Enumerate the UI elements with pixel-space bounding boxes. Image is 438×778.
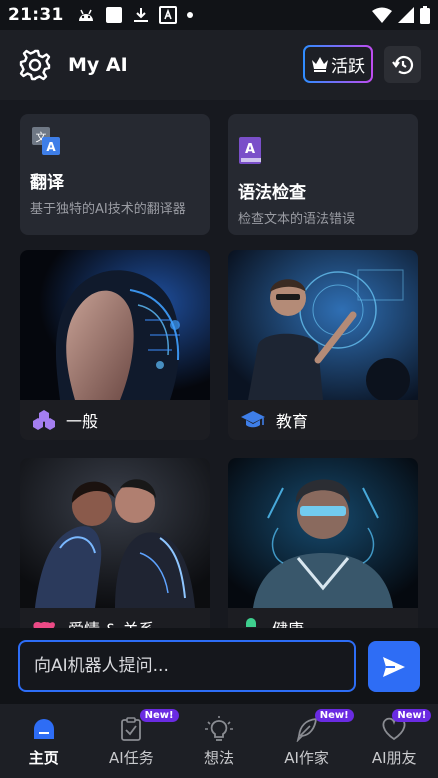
category-general-label: 一般 <box>66 412 99 431</box>
translate-title: 翻译 <box>30 173 64 193</box>
nav-ai-friends-badge: New! <box>392 709 432 722</box>
status-notification-icons <box>76 6 194 24</box>
category-education-label-row: 教育 <box>228 400 418 440</box>
category-card-general[interactable]: 一般 <box>20 250 210 440</box>
crown-icon <box>312 57 328 72</box>
bottom-nav: 主页 New! AI任务 想法 New! AI作家 New! AI朋友 <box>0 704 438 778</box>
app-bar: My AI 活跃 <box>0 30 438 100</box>
svg-text:A: A <box>245 142 255 157</box>
nav-home[interactable]: 主页 <box>0 704 88 778</box>
nav-ai-friends-label: AI朋友 <box>371 749 417 767</box>
category-general-label-row: 一般 <box>20 400 210 440</box>
status-bar: 21:31 <box>0 0 438 30</box>
vip-label: 活跃 <box>331 56 365 77</box>
square-app-icon <box>105 7 122 23</box>
screen: 21:31 My AI 活跃 文 A 翻译 基于独特的AI技术的翻译器 A 语法… <box>0 0 438 778</box>
nav-ai-writer-label: AI作家 <box>284 749 329 767</box>
category-card-health[interactable]: 健康 <box>228 458 418 648</box>
grammar-book-icon: A <box>239 137 261 164</box>
feather-pen-icon <box>296 717 317 742</box>
category-card-love[interactable]: 爱情 & 关系 <box>20 458 210 648</box>
signal-icon <box>398 7 414 23</box>
battery-icon <box>420 6 430 24</box>
ask-input[interactable] <box>18 640 356 692</box>
general-cyborg-image <box>20 250 210 400</box>
health-cyborg-image <box>228 458 418 608</box>
history-button[interactable] <box>384 46 421 83</box>
ask-bar <box>0 628 438 704</box>
wifi-icon <box>372 7 392 23</box>
graduation-cap-icon <box>241 411 265 428</box>
clipboard-check-icon <box>121 717 142 741</box>
history-icon <box>391 55 413 74</box>
translate-icon: 文 A <box>32 127 60 155</box>
status-system-icons <box>372 6 430 24</box>
vip-button[interactable]: 活跃 <box>303 45 373 83</box>
translate-card[interactable]: 文 A 翻译 基于独特的AI技术的翻译器 <box>20 114 210 235</box>
dot-icon <box>186 12 193 18</box>
status-time: 21:31 <box>8 5 64 25</box>
send-button[interactable] <box>368 641 420 692</box>
category-education-label: 教育 <box>276 412 309 431</box>
category-card-education[interactable]: 教育 <box>228 250 418 440</box>
nav-ai-writer[interactable]: New! AI作家 <box>263 704 354 778</box>
translate-description: 基于独特的AI技术的翻译器 <box>30 202 186 217</box>
nav-ai-friends[interactable]: New! AI朋友 <box>350 704 438 778</box>
nav-ideas-label: 想法 <box>203 749 234 767</box>
nav-ai-tasks[interactable]: New! AI任务 <box>88 704 179 778</box>
general-hexagons-icon <box>33 410 55 430</box>
education-teacher-image <box>228 250 418 400</box>
app-title: My AI <box>68 54 128 76</box>
nav-ai-tasks-label: AI任务 <box>109 749 154 767</box>
send-icon <box>383 656 405 677</box>
nav-home-label: 主页 <box>28 749 59 767</box>
grammar-description: 检查文本的语法错误 <box>238 212 356 227</box>
love-couple-image <box>20 458 210 608</box>
home-icon <box>33 719 54 739</box>
svg-text:A: A <box>46 140 56 154</box>
grammar-check-card[interactable]: A 语法检查 检查文本的语法错误 <box>228 114 418 235</box>
text-app-icon <box>158 6 177 24</box>
download-icon <box>133 8 148 22</box>
grammar-title: 语法检查 <box>238 183 306 203</box>
nav-ai-writer-badge: New! <box>314 709 354 722</box>
lightbulb-icon <box>204 716 233 741</box>
nav-ai-tasks-badge: New! <box>139 709 179 722</box>
nav-ideas[interactable]: 想法 <box>175 704 263 778</box>
settings-gear-icon[interactable] <box>18 48 52 82</box>
android-debug-icon <box>78 9 93 21</box>
